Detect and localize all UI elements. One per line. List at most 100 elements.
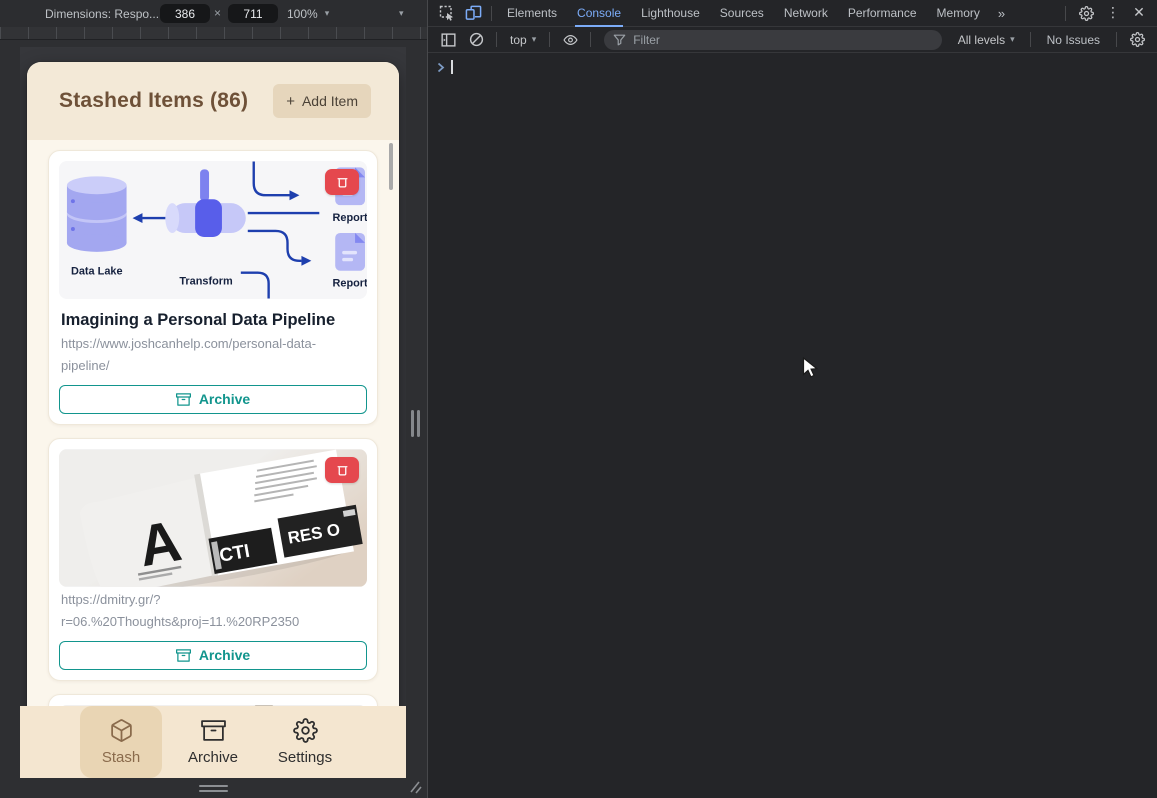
- console-toolbar: top ▾ All levels ▾ No Issues: [428, 27, 1157, 53]
- viewport-height-input[interactable]: [228, 4, 278, 23]
- devtools-settings-button[interactable]: [1073, 0, 1099, 26]
- console-prompt[interactable]: [428, 53, 1157, 74]
- tab-sources[interactable]: Sources: [710, 0, 774, 27]
- dimensions-label: Dimensions: Respo...: [45, 7, 159, 21]
- console-settings-button[interactable]: [1124, 27, 1150, 53]
- divider: [491, 6, 492, 21]
- inspect-element-button[interactable]: [434, 0, 460, 26]
- item-url-line: pipeline/: [61, 356, 365, 375]
- dimensions-dropdown[interactable]: Dimensions: Respo... ▾: [45, 0, 173, 27]
- add-item-label: Add Item: [302, 93, 358, 109]
- log-levels-dropdown[interactable]: All levels ▾: [950, 33, 1023, 47]
- stash-app-panel: Stashed Items (86) + Add Item: [27, 62, 399, 778]
- stash-card: A CTI RES: [48, 438, 378, 681]
- delete-item-button[interactable]: [325, 457, 359, 483]
- tab-elements[interactable]: Elements: [497, 0, 567, 27]
- viewport-vertical-resize-handle[interactable]: [199, 785, 228, 792]
- horizontal-ruler: [0, 27, 427, 40]
- clear-circle-slash-icon: [469, 32, 484, 47]
- card-image-magazine-photo: A CTI RES: [59, 449, 367, 587]
- archive-item-button[interactable]: Archive: [59, 641, 367, 670]
- archive-box-icon: [176, 648, 191, 663]
- viewport-width-input[interactable]: [160, 4, 210, 23]
- prompt-chevron-icon: [437, 62, 445, 73]
- clear-console-button[interactable]: [463, 27, 489, 53]
- delete-item-button[interactable]: [325, 169, 359, 195]
- issues-counter[interactable]: No Issues: [1038, 33, 1109, 47]
- viewport-corner-resize-handle[interactable]: [406, 778, 423, 795]
- svg-text:Report: Report: [333, 278, 367, 290]
- divider: [1116, 32, 1117, 47]
- stash-box-icon: [109, 718, 134, 743]
- divider: [549, 32, 550, 47]
- console-sidebar-toggle-button[interactable]: [435, 27, 461, 53]
- nav-item-archive[interactable]: Archive: [172, 706, 254, 778]
- kebab-menu-button[interactable]: ⋮: [1101, 1, 1125, 25]
- gear-icon: [1130, 32, 1145, 47]
- tab-performance[interactable]: Performance: [838, 0, 927, 27]
- archive-item-button[interactable]: Archive: [59, 385, 367, 414]
- devtools-panel: Elements Console Lighthouse Sources Netw…: [427, 0, 1157, 798]
- text-caret: [451, 60, 453, 74]
- create-live-expression-button[interactable]: [557, 27, 583, 53]
- nav-item-stash[interactable]: Stash: [80, 706, 162, 778]
- device-toolbar: Dimensions: Respo... ▾ × 100% ▾ ▾: [0, 0, 427, 27]
- devtools-tab-bar: Elements Console Lighthouse Sources Netw…: [428, 0, 1157, 27]
- tab-console[interactable]: Console: [567, 0, 631, 27]
- chevron-down-icon: ▾: [325, 8, 330, 19]
- trash-icon: [336, 175, 349, 189]
- tab-memory[interactable]: Memory: [927, 0, 990, 27]
- close-devtools-button[interactable]: ✕: [1127, 1, 1151, 25]
- corner-resize-icon: [406, 778, 423, 795]
- inspect-cursor-icon: [439, 5, 455, 21]
- item-title: Imagining a Personal Data Pipeline: [61, 310, 365, 331]
- filter-input[interactable]: [633, 33, 933, 47]
- chevron-down-icon: ▾: [1010, 34, 1015, 45]
- tab-network[interactable]: Network: [774, 0, 838, 27]
- divider: [590, 32, 591, 47]
- chevron-down-icon: ▾: [532, 34, 537, 45]
- nav-item-settings[interactable]: Settings: [264, 706, 346, 778]
- nav-label: Settings: [278, 749, 332, 766]
- gear-icon: [1079, 6, 1094, 21]
- toggle-device-toolbar-button[interactable]: [460, 0, 486, 26]
- device-emulation-pane: Dimensions: Respo... ▾ × 100% ▾ ▾ Stashe…: [0, 0, 427, 798]
- archive-box-icon: [201, 718, 226, 743]
- divider: [1030, 32, 1031, 47]
- trash-icon: [336, 463, 349, 477]
- device-options-menu[interactable]: ▾: [399, 0, 404, 27]
- nav-label: Archive: [188, 749, 238, 766]
- levels-label: All levels: [958, 33, 1005, 47]
- viewport-horizontal-resize-handle[interactable]: [411, 410, 420, 437]
- divider: [496, 32, 497, 47]
- zoom-dropdown[interactable]: 100% ▾: [287, 0, 329, 27]
- app-scrollbar-thumb[interactable]: [389, 143, 393, 190]
- archive-button-label: Archive: [199, 391, 250, 407]
- add-item-button[interactable]: + Add Item: [273, 84, 371, 118]
- device-toolbar-icon: [465, 5, 482, 21]
- stash-card: Data Lake Transform: [48, 150, 378, 425]
- eye-icon: [562, 33, 579, 47]
- filter-funnel-icon: [613, 34, 626, 46]
- nav-label: Stash: [102, 749, 140, 766]
- item-url-line: https://www.joshcanhelp.com/personal-dat…: [61, 334, 365, 353]
- execution-context-dropdown[interactable]: top ▾: [504, 33, 542, 47]
- divider: [1065, 6, 1066, 21]
- archive-box-icon: [176, 392, 191, 407]
- dimensions-times-label: ×: [214, 6, 221, 20]
- stashed-items-list: Data Lake Transform: [27, 140, 399, 778]
- bottom-navigation: Stash Archive Settings: [20, 706, 406, 778]
- magazine-photo: A CTI RES: [59, 449, 367, 587]
- console-output-area[interactable]: [428, 53, 1157, 798]
- plus-icon: +: [286, 94, 295, 109]
- pipeline-diagram: Data Lake Transform: [59, 161, 367, 299]
- tab-lighthouse[interactable]: Lighthouse: [631, 0, 710, 27]
- page-viewport: Stashed Items (86) + Add Item: [20, 47, 406, 778]
- gear-icon: [293, 718, 318, 743]
- app-header: Stashed Items (86) + Add Item: [27, 62, 399, 140]
- more-tabs-button[interactable]: »: [990, 6, 1014, 21]
- chevron-down-icon: ▾: [399, 8, 404, 19]
- context-label: top: [510, 33, 527, 47]
- card-image-pipeline-diagram: Data Lake Transform: [59, 161, 367, 299]
- console-filter-field[interactable]: [604, 30, 942, 50]
